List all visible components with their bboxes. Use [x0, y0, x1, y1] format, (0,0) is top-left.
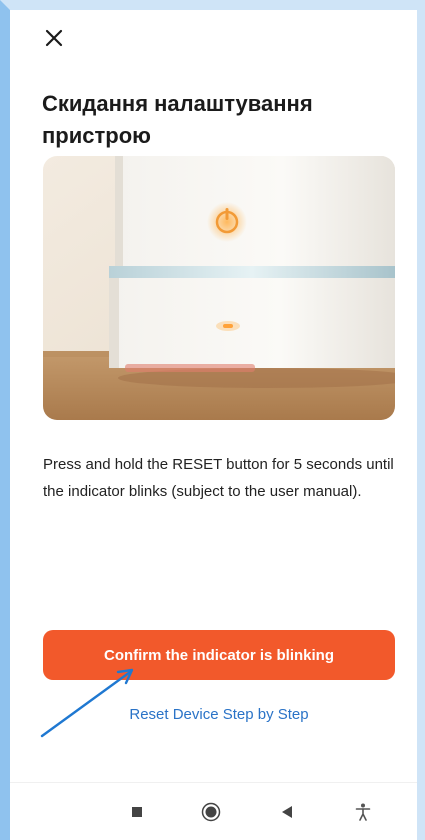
home-icon: [201, 802, 221, 822]
system-nav-bar: [10, 782, 417, 840]
confirm-blinking-button[interactable]: Confirm the indicator is blinking: [43, 630, 395, 680]
nav-home-button[interactable]: [196, 797, 226, 827]
screenshot-frame: Скидання налаштування пристрою Press and…: [0, 0, 425, 840]
nav-recents-button[interactable]: [122, 797, 152, 827]
nav-accessibility-button[interactable]: [348, 797, 378, 827]
close-button[interactable]: [38, 22, 70, 54]
back-icon: [282, 806, 292, 818]
nav-back-button[interactable]: [272, 797, 302, 827]
recents-icon: [132, 807, 142, 817]
page-title: Скидання налаштування пристрою: [42, 91, 313, 148]
accessibility-icon: [355, 803, 371, 821]
app-screen: Скидання налаштування пристрою Press and…: [10, 10, 417, 840]
device-photo: [43, 156, 395, 420]
instruction-text: Press and hold the RESET button for 5 se…: [43, 456, 394, 500]
close-icon: [45, 29, 63, 47]
reset-step-by-step-link[interactable]: Reset Device Step by Step: [43, 706, 395, 723]
